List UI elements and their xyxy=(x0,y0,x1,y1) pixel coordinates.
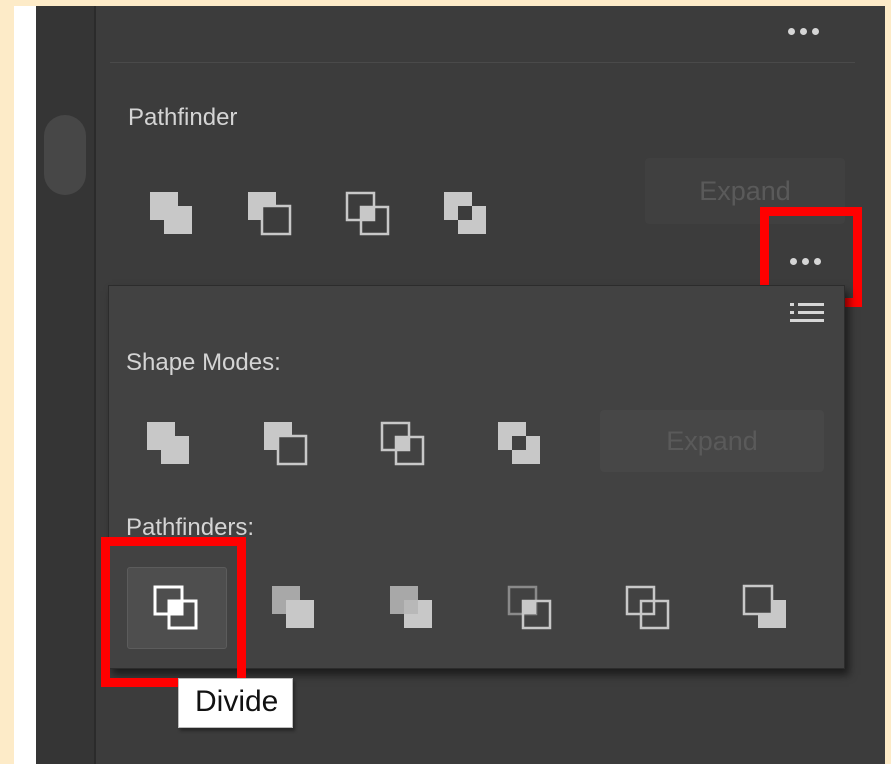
unite-icon[interactable] xyxy=(143,418,195,470)
shape-modes-label: Shape Modes: xyxy=(126,349,281,376)
minus-back-icon[interactable] xyxy=(740,582,792,634)
intersect-icon[interactable] xyxy=(377,418,429,470)
exclude-icon[interactable] xyxy=(440,188,492,240)
exclude-icon[interactable] xyxy=(494,418,546,470)
panel-menu-icon[interactable] xyxy=(790,303,826,327)
canvas-edge xyxy=(14,6,36,764)
more-options-icon[interactable] xyxy=(788,28,819,35)
minus-front-icon[interactable] xyxy=(260,418,312,470)
panel-title: Pathfinder xyxy=(128,104,238,131)
highlight-divide xyxy=(101,537,246,687)
unite-icon[interactable] xyxy=(146,188,198,240)
scroll-thumb[interactable] xyxy=(44,115,86,195)
crop-icon[interactable] xyxy=(504,582,556,634)
trim-icon[interactable] xyxy=(268,582,320,634)
outline-icon[interactable] xyxy=(622,582,674,634)
divide-tooltip: Divide xyxy=(178,678,294,728)
minus-front-icon[interactable] xyxy=(244,188,296,240)
merge-icon[interactable] xyxy=(386,582,438,634)
expand-button[interactable]: Expand xyxy=(600,410,824,472)
divider xyxy=(110,62,855,63)
intersect-icon[interactable] xyxy=(342,188,394,240)
